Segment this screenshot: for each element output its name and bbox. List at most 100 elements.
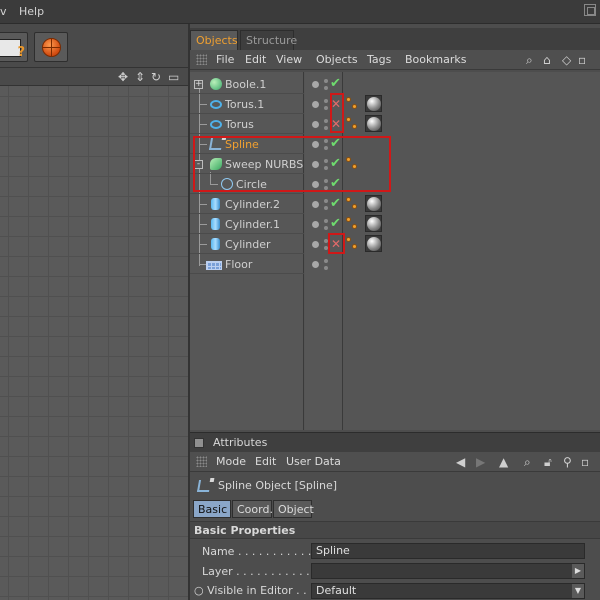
visibility-dot[interactable] <box>312 261 319 268</box>
environment-button[interactable] <box>34 32 68 62</box>
phong-tag-icon[interactable] <box>346 97 360 111</box>
torus-icon <box>210 100 222 109</box>
enabled-check-icon[interactable]: ✔ <box>330 76 341 91</box>
cylinder-icon <box>211 218 220 230</box>
maximize-view-icon[interactable]: ▭ <box>168 70 179 84</box>
forward-arrow-icon[interactable]: ▶ <box>476 455 485 469</box>
zoom-view-icon[interactable]: ⇕ <box>135 70 145 84</box>
globe-icon <box>42 38 61 57</box>
highlight-cylinder-cross <box>328 233 345 254</box>
prop-label-layer: Layer . . . . . . . . . . . . . <box>202 565 324 578</box>
visibility-dot[interactable] <box>312 241 319 248</box>
attr-menu-mode[interactable]: Mode <box>216 455 246 468</box>
object-type-label: Spline Object [Spline] <box>218 479 338 492</box>
object-name[interactable]: Floor <box>225 258 252 271</box>
material-tag-icon[interactable] <box>365 195 382 212</box>
visibility-dot[interactable] <box>312 221 319 228</box>
viewport-grid[interactable] <box>0 86 188 600</box>
visible-in-editor-select[interactable]: Default ▼ <box>311 583 585 599</box>
expand-icon[interactable]: + <box>194 80 203 89</box>
material-tag-icon[interactable] <box>365 235 382 252</box>
chevron-down-icon[interactable]: ▼ <box>572 584 584 598</box>
panel-icon <box>194 438 204 448</box>
visibility-dot[interactable] <box>312 81 319 88</box>
eye-icon[interactable]: ◇ <box>562 53 571 67</box>
tab-objects[interactable]: Objects <box>190 30 238 50</box>
tab-basic[interactable]: Basic <box>193 500 231 518</box>
material-tag-icon[interactable] <box>365 215 382 232</box>
object-name[interactable]: Torus.1 <box>225 98 264 111</box>
torus-icon <box>210 120 222 129</box>
highlight-torus-crosses <box>330 93 344 133</box>
om-menu-edit[interactable]: Edit <box>245 53 266 66</box>
enabled-check-icon[interactable]: ✔ <box>330 196 341 211</box>
section-title: Basic Properties <box>194 524 296 537</box>
object-name[interactable]: Cylinder.1 <box>225 218 280 231</box>
main-menubar: v Help <box>0 0 600 24</box>
floor-icon <box>206 261 222 270</box>
highlight-spline-sweep-circle <box>193 136 391 192</box>
object-name[interactable]: Cylinder <box>225 238 271 251</box>
settings-icon[interactable]: ⚲ <box>563 455 572 469</box>
lock-icon[interactable]: 🔓︎ <box>544 455 552 470</box>
enabled-check-icon[interactable]: ✔ <box>330 216 341 231</box>
home-icon[interactable]: ⌂ <box>543 53 551 67</box>
attributes-menubar: Mode Edit User Data ◀ ▶ ▲ ⌕ 🔓︎ ⚲ ▫ <box>190 452 600 472</box>
object-row-torus[interactable]: Torus ✕ <box>190 114 600 134</box>
menu-view[interactable]: v <box>0 5 7 18</box>
visibility-dot[interactable] <box>312 121 319 128</box>
prop-label-name: Name . . . . . . . . . . . . . <box>202 545 326 558</box>
attributes-title-bar: Attributes <box>190 432 600 452</box>
window-restore-icon[interactable] <box>584 4 596 16</box>
object-row-cylinder1[interactable]: Cylinder.1 ✔ <box>190 214 600 234</box>
prop-label-visible-editor: ○ Visible in Editor . . . . <box>194 584 321 597</box>
visibility-dot[interactable] <box>312 101 319 108</box>
rotate-view-icon[interactable]: ↻ <box>151 70 161 84</box>
viewport-header: ✥ ⇕ ↻ ▭ <box>0 68 188 86</box>
new-window-icon[interactable]: ▫ <box>581 455 589 469</box>
move-view-icon[interactable]: ✥ <box>118 70 128 84</box>
menu-help[interactable]: Help <box>19 5 44 18</box>
object-row-cylinder2[interactable]: Cylinder.2 ✔ <box>190 194 600 214</box>
search-icon[interactable]: ⌕ <box>524 455 531 470</box>
material-tag-icon[interactable] <box>365 95 382 112</box>
phong-tag-icon[interactable] <box>346 197 360 211</box>
om-menu-objects[interactable]: Objects <box>316 53 358 66</box>
cylinder-icon <box>211 198 220 210</box>
om-menu-tags[interactable]: Tags <box>367 53 391 66</box>
tab-object[interactable]: Object <box>273 500 314 518</box>
material-tag-icon[interactable] <box>365 115 382 132</box>
attr-menu-user-data[interactable]: User Data <box>286 455 341 468</box>
layer-field[interactable]: ▶ <box>311 563 585 579</box>
object-row-boole1[interactable]: + Boole.1 ✔ <box>190 74 600 94</box>
visibility-dot[interactable] <box>312 201 319 208</box>
new-window-icon[interactable]: ▫ <box>578 53 586 67</box>
object-manager-menubar: File Edit View Objects Tags Bookmarks ⌕ … <box>190 50 600 70</box>
grip-icon[interactable] <box>196 54 207 65</box>
object-row-cylinder[interactable]: Cylinder ✕ <box>190 234 600 254</box>
object-name[interactable]: Cylinder.2 <box>225 198 280 211</box>
spline-icon <box>196 480 212 492</box>
render-settings-button[interactable]: ? <box>0 32 28 62</box>
attributes-title: Attributes <box>213 436 268 449</box>
layer-arrow-icon[interactable]: ▶ <box>572 564 584 578</box>
grip-icon[interactable] <box>196 456 207 467</box>
back-arrow-icon[interactable]: ◀ <box>456 455 465 469</box>
up-arrow-icon[interactable]: ▲ <box>499 455 508 469</box>
name-field[interactable]: Spline <box>311 543 585 559</box>
tab-coord[interactable]: Coord. <box>232 500 273 518</box>
attr-menu-edit[interactable]: Edit <box>255 455 276 468</box>
phong-tag-icon[interactable] <box>346 237 360 251</box>
om-menu-bookmarks[interactable]: Bookmarks <box>405 53 466 66</box>
search-icon[interactable]: ⌕ <box>526 53 533 68</box>
attributes-object-line: Spline Object [Spline] <box>190 474 600 498</box>
om-menu-file[interactable]: File <box>216 53 234 66</box>
om-menu-view[interactable]: View <box>276 53 302 66</box>
tab-structure[interactable]: Structure <box>240 30 297 50</box>
phong-tag-icon[interactable] <box>346 117 360 131</box>
phong-tag-icon[interactable] <box>346 217 360 231</box>
object-name[interactable]: Torus <box>225 118 254 131</box>
object-name[interactable]: Boole.1 <box>225 78 266 91</box>
object-row-floor[interactable]: Floor <box>190 254 600 274</box>
object-row-torus1[interactable]: Torus.1 ✕ <box>190 94 600 114</box>
